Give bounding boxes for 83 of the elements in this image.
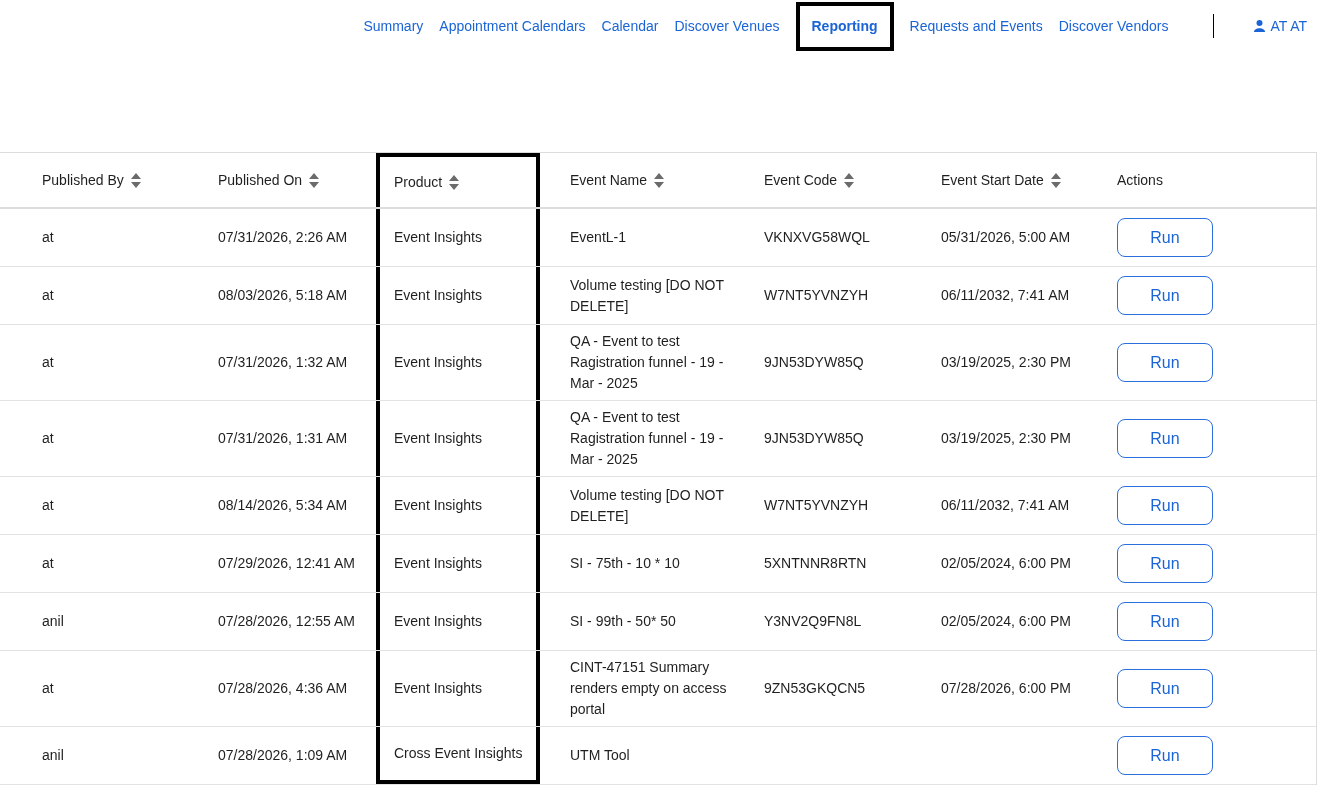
table-cell-text: 07/31/2026, 1:32 AM xyxy=(218,353,348,372)
run-button[interactable]: Run xyxy=(1117,486,1213,525)
table-cell-text: Event Insights xyxy=(394,353,482,372)
table-cell-text: 07/29/2026, 12:41 AM xyxy=(218,554,355,573)
sort-icon[interactable] xyxy=(654,172,665,188)
table-cell-text: 07/31/2026, 1:31 AM xyxy=(218,429,348,448)
run-button[interactable]: Run xyxy=(1117,736,1213,775)
run-button[interactable]: Run xyxy=(1117,343,1213,382)
table-cell-text: SI - 75th - 10 * 10 xyxy=(570,554,680,573)
sort-header-button[interactable]: Product xyxy=(394,171,460,193)
table-cell-text: Event Insights xyxy=(394,228,482,247)
table-cell-text: 06/11/2032, 7:41 AM xyxy=(941,496,1070,515)
table-cell-text: Y3NV2Q9FN8L xyxy=(764,612,862,631)
sort-header-button[interactable]: Published By xyxy=(42,169,141,191)
sort-header-button[interactable]: Event Code xyxy=(764,169,855,191)
table-cell-text: 9JN53DYW85Q xyxy=(764,353,864,372)
table-cell-text: 07/31/2026, 2:26 AM xyxy=(218,228,348,247)
sort-header-button[interactable]: Published On xyxy=(218,169,320,191)
table-cell-text: at xyxy=(42,228,54,247)
run-button[interactable]: Run xyxy=(1117,419,1213,458)
table-cell-text: Event Insights xyxy=(394,612,482,631)
run-button[interactable]: Run xyxy=(1117,218,1213,257)
nav-link[interactable]: Summary xyxy=(363,15,424,37)
table-cell-text: QA - Event to test Ragistration funnel - 19 - Mar - 2025 xyxy=(570,332,725,393)
run-button[interactable]: Run xyxy=(1117,669,1213,708)
nav-link[interactable]: Requests and Events xyxy=(909,15,1043,37)
table-cell-text: anil xyxy=(42,612,64,631)
table-cell-text: SI - 99th - 50* 50 xyxy=(570,612,676,631)
table-cell-text: 02/05/2024, 6:00 PM xyxy=(941,554,1071,573)
run-button[interactable]: Run xyxy=(1117,276,1213,315)
user-menu[interactable]: AT AT xyxy=(1254,15,1307,37)
nav-link[interactable]: Calendar xyxy=(601,15,659,37)
sort-icon[interactable] xyxy=(844,172,855,188)
table-cell-text: EventL-1 xyxy=(570,228,627,247)
table-cell-text: 07/28/2026, 6:00 PM xyxy=(941,679,1071,698)
sort-icon[interactable] xyxy=(449,174,460,190)
nav-link[interactable]: Reporting xyxy=(795,1,894,51)
table-cell-text: Volume testing [DO NOT DELETE] xyxy=(570,275,725,316)
table-cell-text: Event Insights xyxy=(394,429,482,448)
table-cell-text: 07/28/2026, 4:36 AM xyxy=(218,679,348,698)
table-cell-text: W7NT5YVNZYH xyxy=(764,496,869,515)
run-button[interactable]: Run xyxy=(1117,544,1213,583)
table-cell-text: at xyxy=(42,429,54,448)
table-cell-text: Volume testing [DO NOT DELETE] xyxy=(570,485,725,526)
sort-header-button[interactable]: Event Start Date xyxy=(941,169,1061,191)
table-cell-text: W7NT5YVNZYH xyxy=(764,286,869,305)
table-cell-text: at xyxy=(42,286,54,305)
nav-link[interactable]: Discover Venues xyxy=(674,15,780,37)
table-cell-text: 07/28/2026, 1:09 AM xyxy=(218,746,348,765)
table-cell-text: 08/14/2026, 5:34 AM xyxy=(218,496,348,515)
table-cell-text: VKNXVG58WQL xyxy=(764,228,870,247)
table-cell-text: Event Insights xyxy=(394,496,482,515)
table-cell-text: at xyxy=(42,496,54,515)
sort-icon[interactable] xyxy=(130,172,141,188)
table-cell-text: UTM Tool xyxy=(570,746,630,765)
table-cell-text: 05/31/2026, 5:00 AM xyxy=(941,228,1071,247)
table-cell-text: 5XNTNNR8RTN xyxy=(764,554,867,573)
table-cell-text: at xyxy=(42,554,54,573)
sort-icon[interactable] xyxy=(309,172,320,188)
run-button[interactable]: Run xyxy=(1117,602,1213,641)
table-cell-text: CINT-47151 Summary renders empty on access portal xyxy=(570,658,728,719)
table-cell-text: 06/11/2032, 7:41 AM xyxy=(941,286,1070,305)
table-cell-text: 03/19/2025, 2:30 PM xyxy=(941,353,1071,372)
table-cell-text: Cross Event Insights xyxy=(394,744,523,763)
table-cell-text: 08/03/2026, 5:18 AM xyxy=(218,286,348,305)
user-icon xyxy=(1254,20,1266,32)
table-cell-text: 9ZN53GKQCN5 xyxy=(764,679,866,698)
table-cell-text: 02/05/2024, 6:00 PM xyxy=(941,612,1071,631)
sort-header-button[interactable]: Event Name xyxy=(570,169,665,191)
nav-link[interactable]: Appointment Calendars xyxy=(439,15,586,37)
table-cell-text: 07/28/2026, 12:55 AM xyxy=(218,612,355,631)
table-cell-text: Event Insights xyxy=(394,679,482,698)
nav-link[interactable]: Discover Vendors xyxy=(1058,15,1169,37)
table-cell-text: anil xyxy=(42,746,64,765)
table-cell-text: 9JN53DYW85Q xyxy=(764,429,864,448)
sort-icon[interactable] xyxy=(1050,172,1061,188)
table-cell-text: Event Insights xyxy=(394,554,482,573)
table-cell-text: 03/19/2025, 2:30 PM xyxy=(941,429,1071,448)
table-cell-text: at xyxy=(42,353,54,372)
table-cell-text: Event Insights xyxy=(394,286,482,305)
table-cell-text: QA - Event to test Ragistration funnel - 19 - Mar - 2025 xyxy=(570,408,725,469)
column-title: Actions xyxy=(1117,170,1163,190)
table-cell-text: at xyxy=(42,679,54,698)
